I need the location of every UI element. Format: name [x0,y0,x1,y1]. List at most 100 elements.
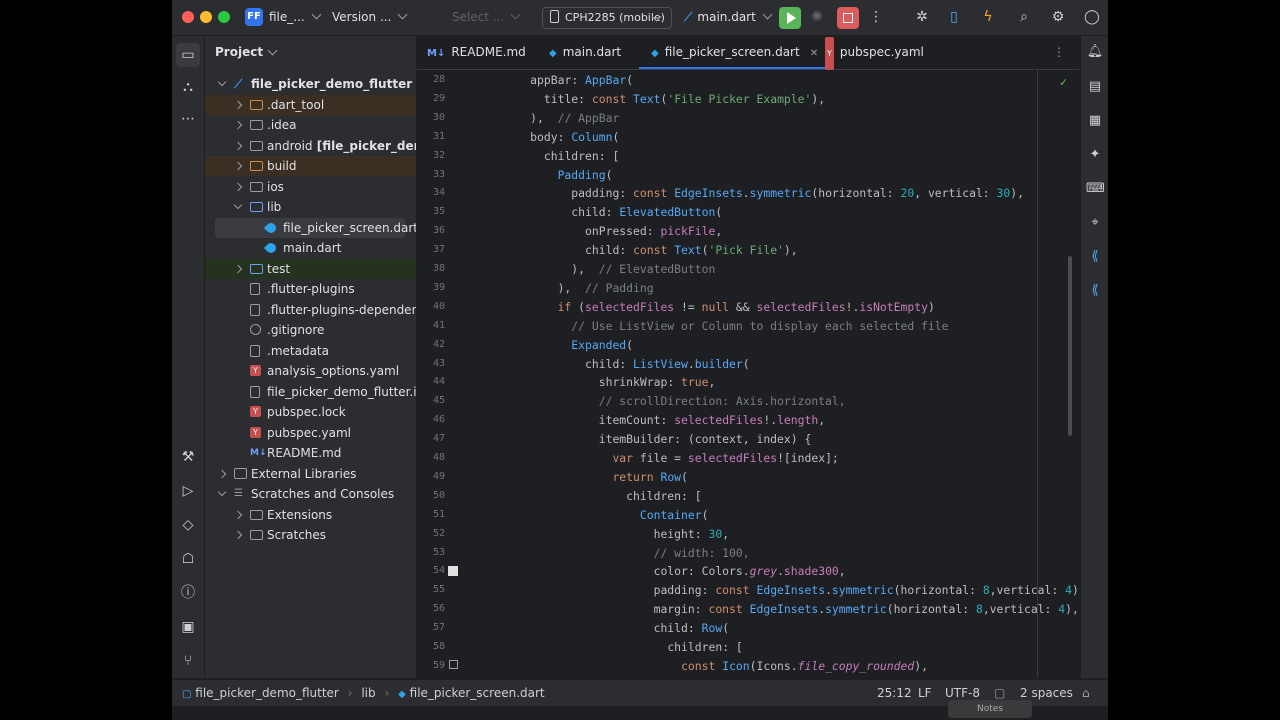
gem-icon[interactable]: ◇ [179,516,197,534]
gear-icon[interactable]: ⚙ [1050,9,1066,25]
run-config-selector[interactable]: ⟋ main.dart [684,9,773,25]
code-line[interactable]: onPressed: pickFile, [489,224,722,238]
breadcrumb-project[interactable]: file_picker_demo_flutter [195,686,339,700]
android-icon[interactable]: ☖ [179,550,197,568]
run-button[interactable] [779,7,801,29]
tree-item[interactable]: build [205,156,416,176]
tree-item[interactable]: Yanalysis_options.yaml [205,361,416,381]
flutter-inspector-icon[interactable]: ⟪ [1086,248,1104,266]
code-line[interactable]: itemBuilder: (context, index) { [489,432,812,446]
tree-item[interactable]: .metadata [205,341,416,361]
tree-item[interactable]: Ypubspec.lock [205,402,416,422]
tree-item[interactable]: .flutter-plugins-dependencie [205,300,416,320]
chevron-right-icon[interactable] [217,469,227,478]
tree-item[interactable]: M↓ README.md [205,443,416,463]
problems-icon[interactable]: ⓘ [179,584,197,602]
tree-item[interactable]: test [205,258,416,279]
file-encoding[interactable]: UTF-8 [945,686,980,700]
chevron-down-icon[interactable] [233,200,243,210]
tree-item[interactable]: .flutter-plugins [205,279,416,299]
chevron-right-icon[interactable] [233,510,243,519]
gutter-icon[interactable] [449,660,458,669]
code-line[interactable]: ), // AppBar [489,111,619,125]
tree-item[interactable]: External Libraries [205,464,416,484]
code-line[interactable]: height: 30, [489,527,729,541]
code-line[interactable]: // width: 100, [489,546,750,560]
tab-main-dart[interactable]: ◆ main.dart [549,36,621,69]
tree-item[interactable]: .gitignore [205,320,416,340]
indent-setting[interactable]: 2 spaces [1020,686,1073,700]
code-line[interactable]: if (selectedFiles != null && selectedFil… [489,300,935,314]
tree-item[interactable]: Scratches [205,525,416,545]
chevron-right-icon[interactable] [233,100,243,109]
inspector-icon[interactable]: ⌖ [1086,214,1104,232]
search-icon[interactable]: ⌕ [1016,9,1032,25]
folder-icon[interactable]: ▭ [176,43,200,67]
notes-window[interactable]: Notes [948,700,1032,718]
tree-item[interactable]: ☰ Scratches and Consoles [205,484,416,504]
editor-scrollbar[interactable] [1068,256,1072,436]
code-line[interactable]: child: const Text('Pick File'), [489,243,798,257]
lock-icon[interactable]: ⌂ [1082,686,1090,700]
tab-options-icon[interactable]: ⋮ [1053,36,1065,69]
tree-item[interactable]: ⟋ file_picker_demo_flutter ~/Doc [205,74,416,94]
code-line[interactable]: ), // ElevatedButton [489,262,715,276]
tree-item[interactable]: ios [205,177,416,197]
more-icon[interactable]: ⋯ [179,110,197,128]
caret-position[interactable]: 25:12 [877,686,912,700]
git-icon[interactable]: ⑂ [179,652,197,670]
tree-item[interactable]: .idea [205,115,416,135]
code-line[interactable]: Expanded( [489,338,633,352]
bug-icon[interactable]: ✲ [914,9,930,25]
tree-item[interactable]: main.dart [205,238,416,258]
chevron-right-icon[interactable] [233,161,243,171]
close-tab-icon[interactable]: ✕ [810,48,818,59]
structure-icon[interactable]: ⛬ [179,78,197,96]
code-line[interactable]: child: ListView.builder( [489,357,750,371]
select-widget[interactable]: Select ... [452,9,521,24]
code-line[interactable]: var file = selectedFiles![index]; [489,451,838,465]
build-icon[interactable]: ⚒ [179,448,197,466]
code-line[interactable]: padding: const EdgeInsets.symmetric(hori… [489,583,1079,597]
code-line[interactable]: // scrollDirection: Axis.horizontal, [489,394,846,408]
tab-readme[interactable]: M↓ README.md [427,36,526,69]
color-swatch-icon[interactable] [448,566,458,576]
breadcrumb-lib[interactable]: lib [361,686,375,700]
debug-icon[interactable]: ✺ [809,9,825,25]
chevron-down-icon[interactable] [217,77,227,87]
code-line[interactable]: child: Row( [489,621,729,635]
run-icon[interactable]: ▷ [179,482,197,500]
code-line[interactable]: const Icon(Icons.file_copy_rounded), [489,659,928,673]
tree-item[interactable]: Ypubspec.yaml [205,423,416,443]
project-badge[interactable]: FF [245,8,263,26]
ai-assistant-icon[interactable]: ✦ [1086,146,1104,164]
code-line[interactable]: appBar: AppBar( [489,73,633,87]
code-line[interactable]: Padding( [489,168,613,182]
tree-item[interactable]: Extensions [205,505,416,525]
stop-button[interactable] [837,7,859,29]
chevron-right-icon[interactable] [233,264,243,273]
code-line[interactable]: title: const Text('File Picker Example')… [489,92,825,106]
hot-reload-icon[interactable]: ϟ [980,9,996,25]
code-line[interactable]: body: Column( [489,130,619,144]
tree-item[interactable]: .dart_tool [205,94,416,115]
project-switcher[interactable]: file_... [269,9,322,24]
code-line[interactable]: itemCount: selectedFiles!.length, [489,413,825,427]
zoom-window-button[interactable] [218,11,230,23]
terminal-icon[interactable]: ▣ [179,618,197,636]
code-line[interactable]: return Row( [489,470,687,484]
code-line[interactable]: ), // Padding [489,281,654,295]
code-line[interactable]: children: [ [489,489,701,503]
code-line[interactable]: // Use ListView or Column to display eac… [489,319,948,333]
tree-item[interactable]: android [file_picker_demo_fl [205,136,416,156]
code-line[interactable]: child: ElevatedButton( [489,205,722,219]
breadcrumb-file[interactable]: file_picker_screen.dart [410,686,545,700]
gradle-icon[interactable]: ▤ [1086,78,1104,96]
code-line[interactable]: children: [ [489,149,619,163]
code-line[interactable]: margin: const EdgeInsets.symmetric(horiz… [489,602,1079,616]
more-actions-icon[interactable]: ⋮ [868,9,884,25]
code-line[interactable]: padding: const EdgeInsets.symmetric(hori… [489,186,1024,200]
code-line[interactable]: shrinkWrap: true, [489,375,716,389]
code-area[interactable]: 28 appBar: AppBar(29 title: const Text('… [417,70,1079,678]
account-icon[interactable]: ◯ [1084,9,1100,25]
